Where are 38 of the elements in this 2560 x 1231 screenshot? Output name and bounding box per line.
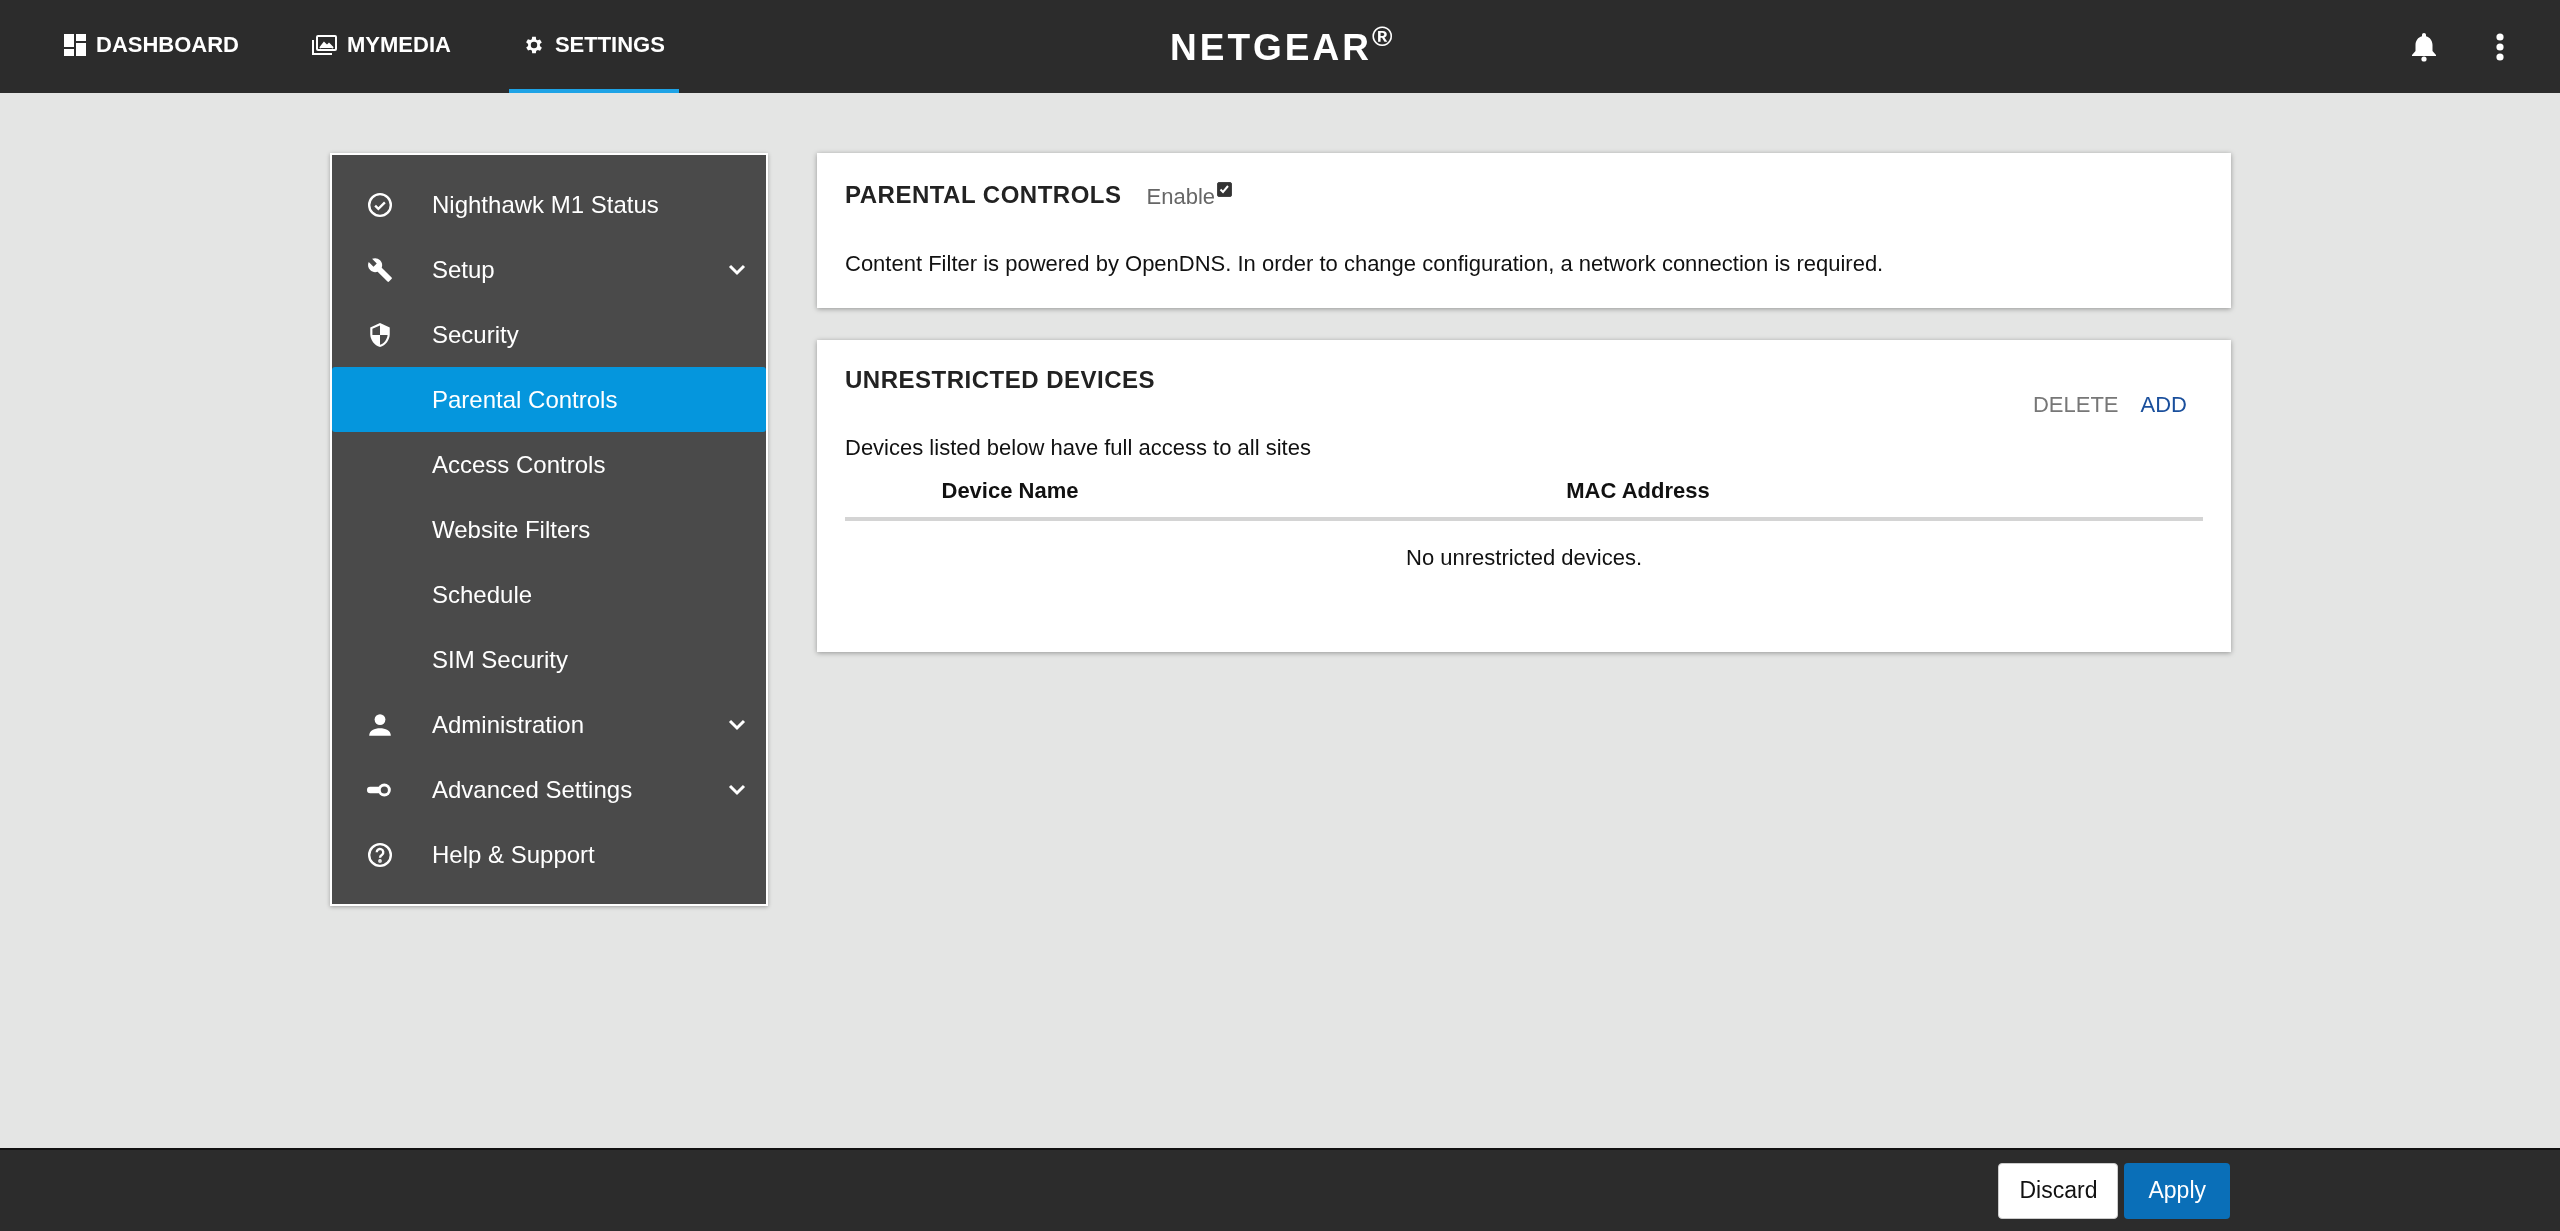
sidebar-item[interactable]: SIM Security [332,627,766,692]
card-title: PARENTAL CONTROLS [845,180,1122,210]
sidebar-item[interactable]: Access Controls [332,432,766,497]
apply-button[interactable]: Apply [2124,1162,2230,1219]
sidebar-item[interactable]: Help & Support [332,822,766,887]
sidebar-item[interactable]: Security [332,302,766,367]
column-header: MAC Address [1565,477,1711,505]
enable-label: Enable [1146,183,1215,211]
wrench-icon [367,256,393,283]
sidebar-item[interactable]: Schedule [332,562,766,627]
chevron-down-icon [728,718,746,731]
chevron-down-icon [728,783,746,796]
nav-tab[interactable]: MYMEDIA [297,0,465,93]
chevron-down-icon [728,263,746,276]
person-icon [367,711,393,738]
card-title: UNRESTRICTED DEVICES [845,365,1156,395]
sidebar-item[interactable]: Administration [332,692,766,757]
sidebar-item[interactable]: Website Filters [332,497,766,562]
devices-description: Devices listed below have full access to all sites [845,434,1312,462]
check-circle-icon [367,191,393,218]
nav-tab[interactable]: DASHBOARD [50,0,253,93]
enable-checkbox[interactable] [1217,182,1232,197]
nav-tab[interactable]: SETTINGS [508,0,679,93]
bell-icon[interactable] [2410,31,2438,62]
action-link[interactable]: ADD [2140,388,2187,421]
sidebar-item[interactable]: Advanced Settings [332,757,766,822]
sidebar-item[interactable]: Setup [332,237,766,302]
empty-table-message: No unrestricted devices. [1405,544,1643,572]
more-options-icon[interactable] [2496,32,2504,61]
sidebar-item[interactable]: Nighthawk M1 Status [332,172,766,237]
shield-icon [367,321,393,348]
help-icon [367,841,393,868]
photos-icon [311,34,337,55]
column-header: Device Name [940,477,1080,505]
netgear-logo: NETGEAR$^{®}$ [1170,20,1396,70]
discard-button[interactable]: Discard [1998,1162,2119,1219]
content-filter-note: Content Filter is powered by OpenDNS. In order to change configuration, a network connection is required. [845,250,1885,278]
dashboard-grid-icon [64,33,86,56]
